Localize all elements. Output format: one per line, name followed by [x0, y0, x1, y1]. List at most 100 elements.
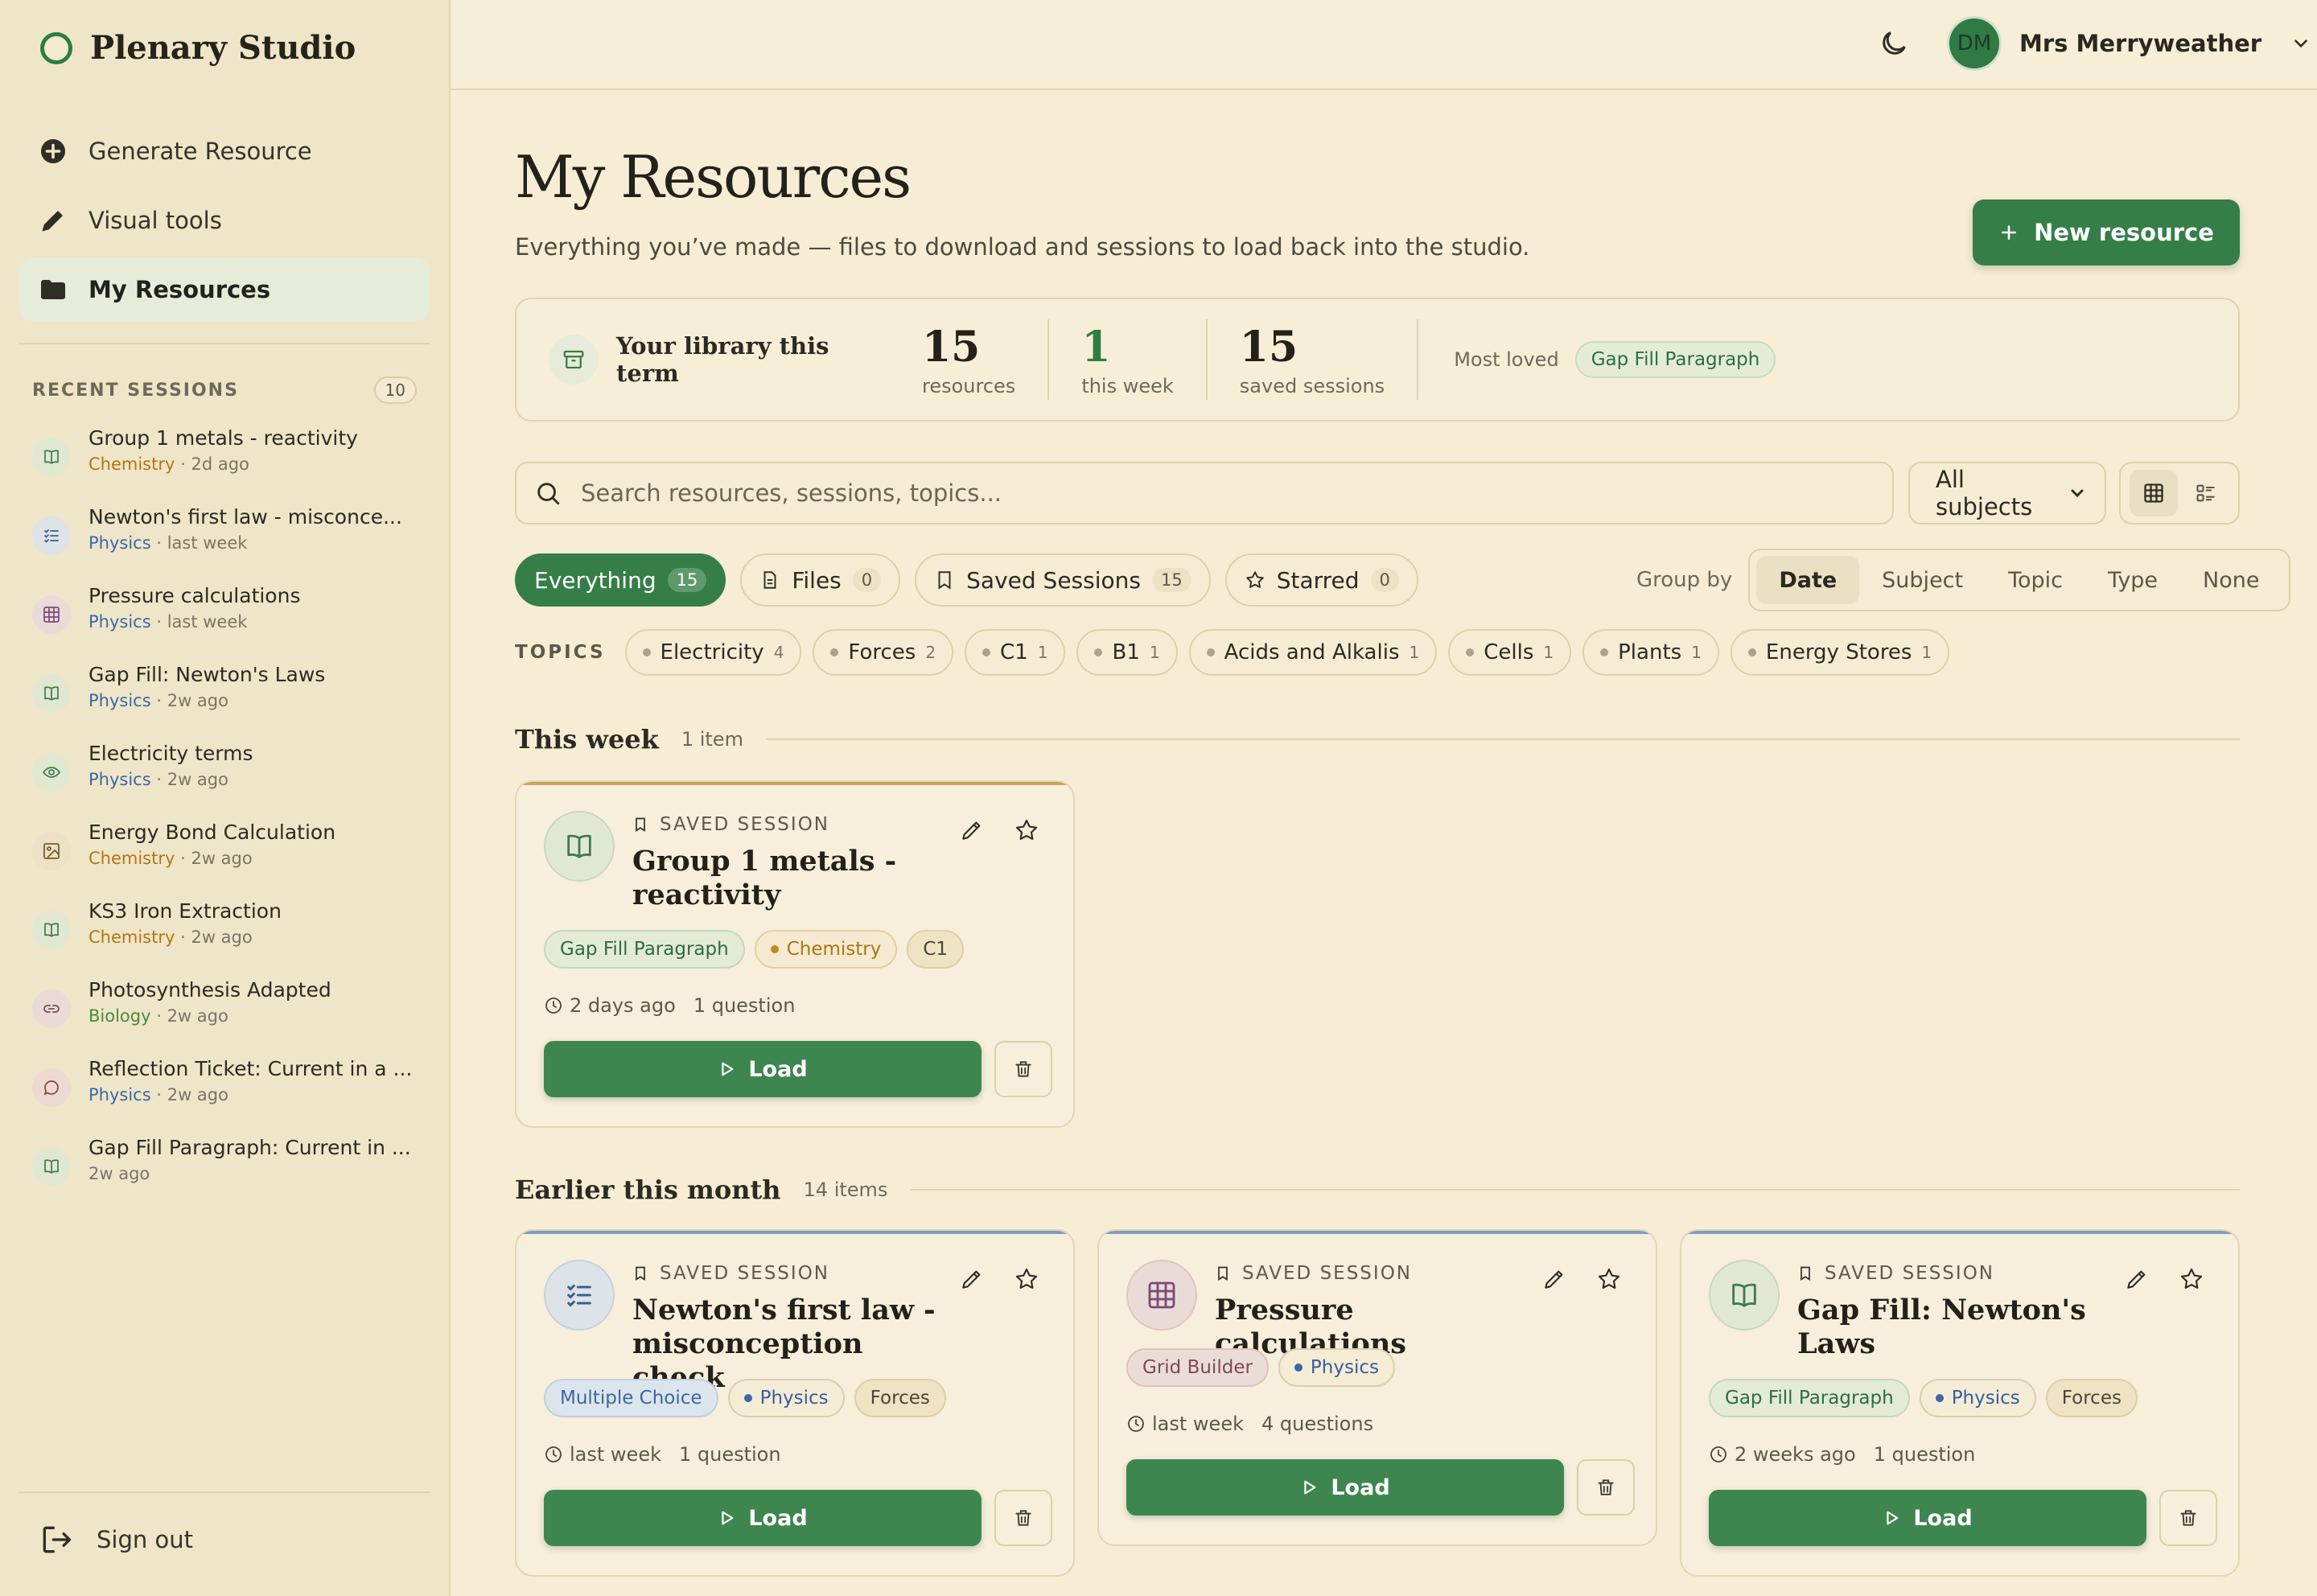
delete-button[interactable] — [994, 1490, 1052, 1546]
edit-button[interactable] — [959, 817, 988, 846]
star-button[interactable] — [1596, 1266, 1625, 1295]
star-button[interactable] — [2179, 1266, 2208, 1295]
topic-chip[interactable]: Cells 1 — [1448, 629, 1572, 676]
star-button[interactable] — [1014, 817, 1043, 846]
library-stats: Your library this term 15 resources 1 th… — [515, 298, 2240, 422]
sign-out-icon — [39, 1522, 74, 1557]
filter-starred[interactable]: Starred 0 — [1224, 553, 1418, 607]
tag[interactable]: Gap Fill Paragraph — [1709, 1379, 1910, 1417]
tag[interactable]: Forces — [854, 1379, 946, 1417]
recent-session-item[interactable]: KS3 Iron Extraction Chemistry · 2w ago — [32, 893, 418, 972]
edit-button[interactable] — [1541, 1266, 1570, 1295]
recent-session-item[interactable]: Photosynthesis Adapted Biology · 2w ago — [32, 972, 418, 1051]
edit-button[interactable] — [2124, 1266, 2153, 1295]
page-title: My Resources — [515, 143, 912, 211]
recent-session-item[interactable]: Electricity terms Physics · 2w ago — [32, 735, 418, 814]
most-loved-label: Most loved — [1454, 348, 1559, 371]
filter-files[interactable]: Files 0 — [740, 553, 901, 607]
nav-generate-resource[interactable]: Generate Resource — [19, 119, 430, 183]
resource-card[interactable]: SAVED SESSION Pressure calculations Grid B… — [1097, 1229, 1657, 1546]
topic-chip[interactable]: Energy Stores 1 — [1730, 629, 1950, 676]
recent-session-text: Newton's first law - misconce... Physics … — [88, 505, 418, 553]
dark-mode-toggle[interactable] — [1878, 27, 1910, 60]
search-input[interactable] — [581, 479, 1788, 507]
delete-button[interactable] — [1577, 1459, 1635, 1516]
list-view-button[interactable] — [2182, 470, 2230, 516]
topic-chip[interactable]: Plants 1 — [1582, 629, 1719, 676]
topic-chip[interactable]: Acids and Alkalis 1 — [1188, 629, 1438, 676]
tag[interactable]: Physics — [1278, 1348, 1395, 1387]
delete-button[interactable] — [994, 1041, 1052, 1097]
nav-my-resources[interactable]: My Resources — [19, 257, 430, 322]
delete-button[interactable] — [2159, 1490, 2217, 1546]
recent-session-subject: Biology — [88, 1006, 151, 1026]
section-divider — [765, 738, 2240, 740]
group-by-date[interactable]: Date — [1756, 556, 1860, 604]
brand[interactable]: Plenary Studio — [40, 29, 356, 67]
recent-session-time: 2w ago — [191, 928, 253, 947]
recent-session-text: Energy Bond Calculation Chemistry · 2w ag… — [88, 821, 418, 868]
load-button[interactable]: Load — [544, 1490, 982, 1546]
topic-chip[interactable]: Electricity 4 — [624, 629, 802, 676]
new-resource-button[interactable]: New resource — [1973, 200, 2240, 265]
sign-out-button[interactable]: Sign out — [39, 1522, 193, 1557]
brand-name: Plenary Studio — [90, 29, 356, 67]
topic-dot — [1094, 648, 1103, 656]
stat-value: 15 — [1239, 322, 1298, 372]
group-by-topic[interactable]: Topic — [1986, 556, 2085, 604]
topic-chip[interactable]: Forces 2 — [813, 629, 954, 676]
user-menu[interactable]: DM Mrs Merryweather — [1947, 16, 2311, 71]
edit-button[interactable] — [959, 1266, 988, 1295]
recent-session-subject: Physics — [88, 691, 151, 710]
tag[interactable]: Physics — [727, 1379, 845, 1417]
tag-dot — [1935, 1394, 1944, 1402]
book-icon — [1709, 1260, 1780, 1331]
subject-select[interactable]: All subjects — [1908, 462, 2106, 524]
star-icon — [1596, 1266, 1625, 1292]
card-kind-label: SAVED SESSION — [1242, 1263, 1412, 1284]
recent-session-item[interactable]: Gap Fill: Newton's Laws Physics · 2w ago — [32, 656, 418, 735]
group-by-subject[interactable]: Subject — [1859, 556, 1986, 604]
load-button[interactable]: Load — [1126, 1459, 1564, 1516]
stat-saved-sessions: 15 saved sessions — [1205, 319, 1417, 400]
topic-chip[interactable]: C1 1 — [965, 629, 1066, 676]
topic-chip[interactable]: B1 1 — [1076, 629, 1178, 676]
most-loved-badge[interactable]: Gap Fill Paragraph — [1574, 341, 1776, 378]
load-button[interactable]: Load — [544, 1041, 982, 1097]
tag[interactable]: Forces — [2045, 1379, 2138, 1417]
filter-saved-sessions[interactable]: Saved Sessions 15 — [915, 553, 1211, 607]
group-by-type[interactable]: Type — [2085, 556, 2180, 604]
recent-session-item[interactable]: Newton's first law - misconce... Physics … — [32, 499, 418, 578]
file-icon — [759, 570, 780, 590]
recent-session-item[interactable]: Energy Bond Calculation Chemistry · 2w ag… — [32, 814, 418, 893]
load-button[interactable]: Load — [1709, 1490, 2146, 1546]
recent-session-title: KS3 Iron Extraction — [88, 899, 282, 923]
group-by-none[interactable]: None — [2180, 556, 2282, 604]
star-button[interactable] — [1014, 1266, 1043, 1295]
resource-card[interactable]: SAVED SESSION Gap Fill: Newton's Laws Gap … — [1680, 1229, 2240, 1577]
filter-label: Files — [792, 566, 842, 594]
recent-session-item[interactable]: Reflection Ticket: Current in a ... Physi… — [32, 1051, 418, 1129]
recent-session-meta: Chemistry · 2d ago — [88, 455, 418, 474]
tag[interactable]: Grid Builder — [1126, 1348, 1269, 1387]
bookmark-icon — [632, 817, 648, 833]
filter-everything[interactable]: Everything 15 — [515, 553, 726, 607]
tag[interactable]: Physics — [1919, 1379, 2036, 1417]
tag-label: Physics — [1951, 1388, 2020, 1409]
stat-label: resources — [922, 374, 1016, 397]
tag[interactable]: Multiple Choice — [544, 1379, 718, 1417]
tag[interactable]: C1 — [907, 930, 965, 969]
tag[interactable]: Chemistry — [754, 930, 898, 969]
grid-view-button[interactable] — [2129, 470, 2178, 516]
tag-dot — [1294, 1364, 1303, 1372]
resource-card[interactable]: SAVED SESSION Newton's first law - miscon… — [515, 1229, 1075, 1577]
resource-card[interactable]: SAVED SESSION Group 1 metals - reactivity… — [515, 780, 1075, 1128]
recent-session-item[interactable]: Pressure calculations Physics · last week — [32, 578, 418, 656]
recent-session-item[interactable]: Group 1 metals - reactivity Chemistry · 2… — [32, 420, 418, 499]
archive-icon — [549, 335, 599, 385]
nav-visual-tools[interactable]: Visual tools — [19, 188, 430, 253]
recent-session-item[interactable]: Gap Fill Paragraph: Current in ... 2w ago — [32, 1129, 418, 1208]
stat-label: this week — [1081, 374, 1174, 397]
tag[interactable]: Gap Fill Paragraph — [544, 930, 745, 969]
recent-session-subject: Chemistry — [88, 455, 175, 474]
